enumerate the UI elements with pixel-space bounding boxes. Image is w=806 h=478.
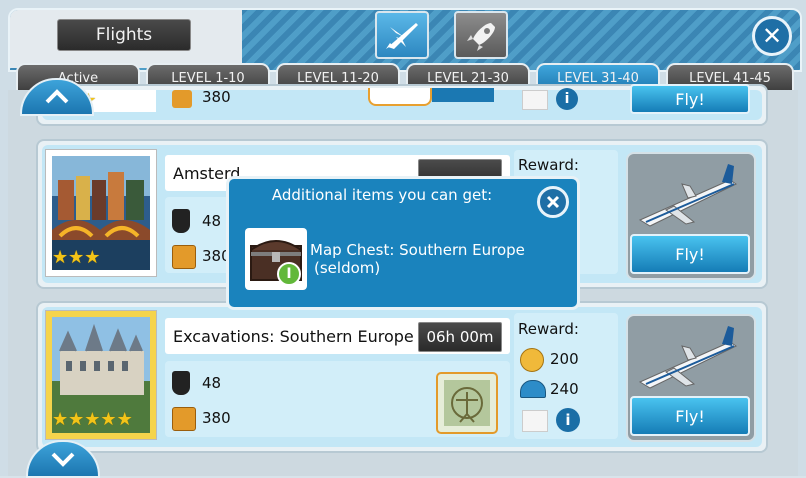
luggage-count: 380 <box>202 409 231 427</box>
item-rarity: (seldom) <box>314 259 381 277</box>
pilot-cap-icon <box>520 380 546 398</box>
info-badge: I <box>277 262 301 286</box>
vitruvian-map-icon <box>444 380 490 426</box>
reward-item-icon <box>368 88 432 106</box>
stars-rating: ★★★ <box>52 247 100 268</box>
star-icon: ★ <box>84 247 101 268</box>
map-item-button[interactable] <box>436 372 498 434</box>
reward-xp: 240 <box>550 380 579 398</box>
fuel-count: 48 <box>202 374 222 392</box>
star-icon: ★ <box>52 247 69 268</box>
rocket-icon <box>467 23 495 51</box>
reward-label: Reward: <box>518 156 579 174</box>
flight-timer: 06h 00m <box>418 322 502 352</box>
airplane-icon <box>638 164 738 227</box>
gift-box-icon <box>522 410 548 432</box>
star-icon: ★ <box>84 409 101 430</box>
item-name: Map Chest: Southern Europe <box>310 241 525 259</box>
fly-button[interactable]: Fly! <box>630 234 750 274</box>
info-icon[interactable]: i <box>556 88 578 110</box>
coins-icon <box>520 348 544 372</box>
window-title: Flights <box>57 19 191 51</box>
fuel-icon <box>172 371 190 395</box>
chevron-down-icon <box>51 452 75 467</box>
fly-button[interactable]: Fly! <box>630 84 750 114</box>
fuel-count: 48 <box>202 212 222 230</box>
chevron-up-icon <box>45 89 69 104</box>
chest-item[interactable]: I <box>245 228 307 290</box>
plane-mode-button[interactable] <box>375 11 429 59</box>
fly-label: Fly! <box>675 244 705 264</box>
fuel-icon <box>172 209 190 233</box>
timer-text: 06h 00m <box>426 328 494 346</box>
close-popup-button[interactable] <box>537 186 569 218</box>
destination-name-text: Excavations: Southern Europe <box>173 326 414 346</box>
close-icon <box>546 195 560 209</box>
chest-item-text: Map Chest: Southern Europe (seldom) <box>310 241 570 277</box>
luggage-icon <box>172 90 192 108</box>
gift-box-icon <box>522 90 548 110</box>
luggage-icon <box>172 407 196 431</box>
reward-item-icon <box>432 88 494 102</box>
luggage-icon <box>172 245 196 269</box>
rocket-mode-button[interactable] <box>454 11 508 59</box>
reward-coins: 200 <box>550 350 579 368</box>
reward-label: Reward: <box>518 320 579 338</box>
star-icon: ★ <box>68 409 85 430</box>
star-icon: ★ <box>52 409 69 430</box>
fly-label: Fly! <box>675 406 705 426</box>
star-icon: ★ <box>68 247 85 268</box>
close-window-button[interactable]: ✕ <box>752 16 792 56</box>
fly-button[interactable]: Fly! <box>630 396 750 436</box>
fly-label: Fly! <box>675 89 705 109</box>
info-icon[interactable]: i <box>556 408 580 432</box>
airplane-icon <box>386 23 418 49</box>
star-icon: ★ <box>100 409 117 430</box>
luggage-count: 380 <box>202 88 231 106</box>
popup-title: Additional items you can get: <box>271 186 493 204</box>
stars-rating: ★★★★★ <box>52 409 133 430</box>
airplane-icon <box>638 326 738 389</box>
star-icon: ★ <box>116 409 133 430</box>
